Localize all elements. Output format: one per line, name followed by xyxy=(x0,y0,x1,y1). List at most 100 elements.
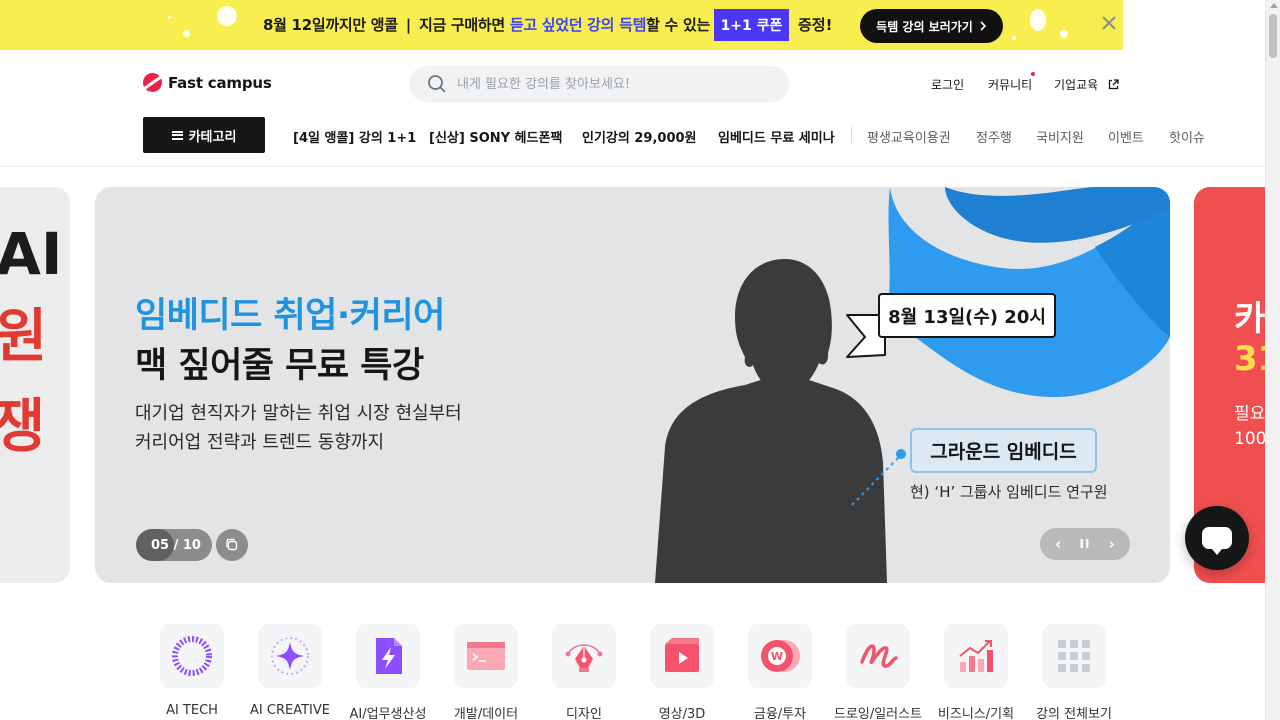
close-icon[interactable] xyxy=(1099,14,1119,34)
promo-highlight: 듣고 싶었던 강의 득템 xyxy=(509,16,647,34)
person-silhouette xyxy=(655,259,887,583)
menu-icon xyxy=(171,130,183,140)
login-link[interactable]: 로그인 xyxy=(931,76,964,93)
category-ai-tech[interactable]: AI TECH xyxy=(160,624,224,720)
promo-cta-button[interactable]: 득템 강의 보러가기 xyxy=(860,9,1003,43)
enterprise-link[interactable]: 기업교육 xyxy=(1054,76,1119,93)
speaker-tag: 그라운드 임베디드 xyxy=(910,428,1097,473)
category-dev-data[interactable]: 개발/데이터 xyxy=(454,624,518,720)
event-date-badge: 8월 13일(수) 20시 xyxy=(878,293,1056,338)
category-business[interactable]: 비즈니스/기획 xyxy=(938,624,1014,720)
category-button[interactable]: 카테고리 xyxy=(143,117,265,153)
community-link[interactable]: 커뮤니티 xyxy=(988,76,1032,93)
category-finance[interactable]: W 금융/투자 xyxy=(748,624,812,720)
search-input[interactable] xyxy=(457,76,757,92)
carousel-controls: ‹ II › xyxy=(1040,528,1130,560)
page: 8월 12일까지만 앵콜 | 지금 구매하면 듣고 싶었던 강의 득템할 수 있는 … xyxy=(0,0,1280,720)
category-ai-creative[interactable]: AI CREATIVE xyxy=(250,624,330,720)
prev-slide-text-2: 원 xyxy=(0,302,48,370)
nav-item-lifelong[interactable]: 평생교육이용권 xyxy=(867,127,951,146)
page-scrollbar[interactable] xyxy=(1265,0,1280,720)
category-all[interactable]: 강의 전체보기 xyxy=(1036,624,1112,720)
view-all-slides-button[interactable] xyxy=(216,529,248,561)
category-label: 디자인 xyxy=(566,707,602,720)
next-slide-button[interactable]: › xyxy=(1109,535,1115,553)
category-label: AI/업무생산성 xyxy=(349,707,427,720)
nav-divider xyxy=(851,127,852,143)
connector-dot xyxy=(896,449,906,459)
category-label: 비즈니스/기획 xyxy=(937,707,1015,720)
nav-item-encore[interactable]: [4일 앵콜] 강의 1+1 xyxy=(293,127,416,146)
category-drawing[interactable]: 드로잉/일러스트 xyxy=(834,624,922,720)
chat-bubble-icon xyxy=(1202,527,1232,555)
category-label: 영상/3D xyxy=(658,707,706,720)
promo-separator: | xyxy=(405,16,411,34)
category-button-label: 카테고리 xyxy=(188,129,237,145)
category-label: AI CREATIVE xyxy=(250,703,330,718)
category-label: 금융/투자 xyxy=(753,707,807,720)
search-icon xyxy=(428,75,446,93)
nav-item-event[interactable]: 이벤트 xyxy=(1108,127,1144,146)
nav-item-sony[interactable]: [신상] SONY 헤드폰팩 xyxy=(429,127,562,146)
enterprise-label: 기업교육 xyxy=(1054,78,1099,92)
speaker-role: 현) ‘H’ 그룹사 임베디드 연구원 xyxy=(910,483,1108,501)
notification-dot xyxy=(1031,72,1035,76)
decor-dot xyxy=(1012,36,1016,40)
ai-tech-icon xyxy=(160,624,224,688)
nav-item-gov[interactable]: 국비지원 xyxy=(1036,127,1084,146)
finance-icon: W xyxy=(748,624,812,688)
scrollbar-thumb[interactable] xyxy=(1269,14,1277,58)
promo-text-1: 8월 12일까지만 앵콜 xyxy=(263,16,398,34)
category-label: 드로잉/일러스트 xyxy=(833,707,923,720)
decor-dot xyxy=(183,30,190,37)
next-slide-text-2: 31 xyxy=(1234,339,1265,379)
decor-dot xyxy=(1060,30,1068,38)
next-slide-text-3: 필요 xyxy=(1234,404,1265,424)
category-video-3d[interactable]: 영상/3D xyxy=(650,624,714,720)
nav-item-hot[interactable]: 핫이슈 xyxy=(1169,127,1205,146)
next-slide-text-1: 카 xyxy=(1234,299,1265,339)
svg-text:W: W xyxy=(771,650,783,663)
hero-subtitle-line2: 커리어업 전략과 트렌드 동향까지 xyxy=(135,432,385,453)
nav-item-seminar[interactable]: 임베디드 무료 세미나 xyxy=(718,127,835,146)
pause-button[interactable]: II xyxy=(1080,537,1091,551)
design-icon xyxy=(552,624,616,688)
slide-counter-label: 05 / 10 xyxy=(151,537,201,553)
prev-slide-button[interactable]: ‹ xyxy=(1055,535,1061,553)
ai-creative-icon xyxy=(258,624,322,688)
decor-dot xyxy=(168,16,171,19)
prev-slide-peek[interactable]: AI 원 쟁 xyxy=(0,187,70,583)
scroll-up-icon[interactable] xyxy=(1270,3,1278,8)
hero-title-line2: 맥 짚어줄 무료 특강 xyxy=(135,346,424,386)
nav-item-binge[interactable]: 정주행 xyxy=(976,127,1012,146)
dev-data-icon xyxy=(454,624,518,688)
chat-button[interactable] xyxy=(1185,506,1249,570)
promo-text-4: 증정! xyxy=(798,16,833,34)
external-link-icon xyxy=(1108,79,1119,90)
business-icon xyxy=(944,624,1008,688)
promo-text-3: 할 수 있는 xyxy=(646,16,710,34)
category-label: 개발/데이터 xyxy=(453,707,519,720)
copy-icon xyxy=(226,538,238,551)
nav-item-popular[interactable]: 인기강의 29,000원 xyxy=(582,127,697,146)
hero-subtitle-line1: 대기업 현직자가 말하는 취업 시장 현실부터 xyxy=(135,403,462,424)
slide-counter[interactable]: 05 / 10 xyxy=(136,529,212,561)
all-courses-icon xyxy=(1042,624,1106,688)
prev-slide-text-1: AI xyxy=(0,220,63,288)
category-ai-productivity[interactable]: AI/업무생산성 xyxy=(350,624,426,720)
promo-text-2: 지금 구매하면 xyxy=(418,16,505,34)
hero-banner[interactable]: 임베디드 취업·커리어 맥 짚어줄 무료 특강 대기업 현직자가 말하는 취업 … xyxy=(95,187,1170,583)
promo-text: 8월 12일까지만 앵콜 | 지금 구매하면 듣고 싶었던 강의 득템할 수 있는 xyxy=(263,14,710,35)
logo[interactable]: Fast campus xyxy=(143,73,272,92)
promo-cta-label: 득템 강의 보러가기 xyxy=(876,19,973,34)
category-design[interactable]: 디자인 xyxy=(552,624,616,720)
video-3d-icon xyxy=(650,624,714,688)
prev-slide-text-3: 쟁 xyxy=(0,392,46,460)
decor-dot xyxy=(217,6,237,26)
chevron-right-icon xyxy=(980,21,986,31)
category-list: AI TECH AI CREATIVE AI/업무생산성 개발/데이터 디자인 xyxy=(160,624,1112,720)
category-label: 강의 전체보기 xyxy=(1036,707,1112,720)
hero-title-line1: 임베디드 취업·커리어 xyxy=(135,296,445,336)
promo-banner[interactable]: 8월 12일까지만 앵콜 | 지금 구매하면 듣고 싶었던 강의 득템할 수 있는 … xyxy=(0,0,1265,50)
search-bar[interactable] xyxy=(409,66,789,102)
